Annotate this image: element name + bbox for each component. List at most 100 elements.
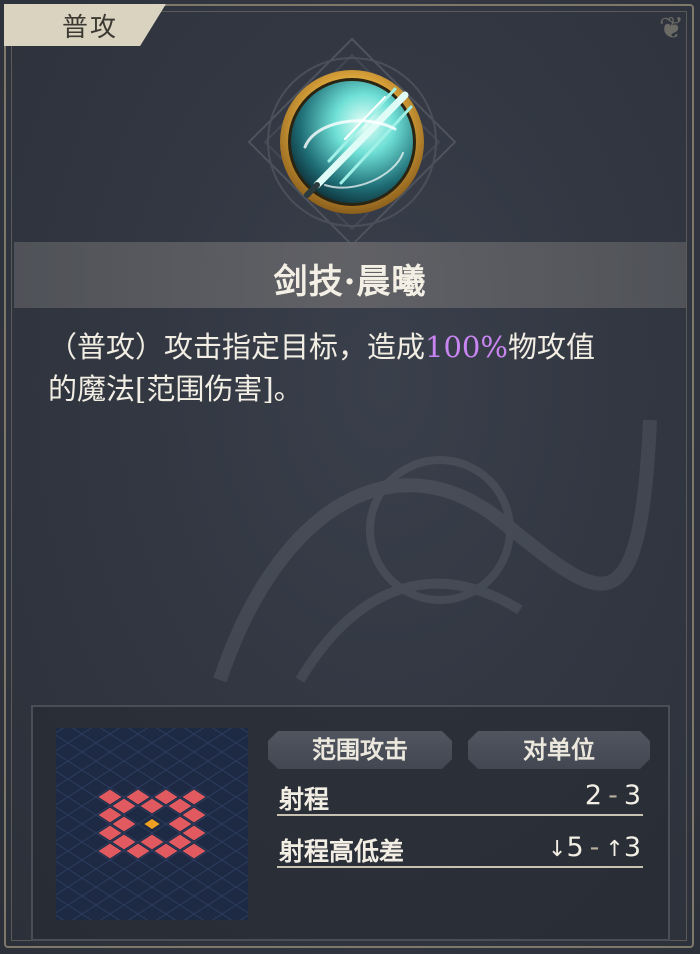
grid-tile-outline <box>151 751 181 771</box>
grid-tile-outline <box>67 895 97 915</box>
attack-type-badge: 范围攻击 <box>268 731 452 769</box>
range-tile <box>168 834 192 850</box>
grid-tile-outline <box>123 877 153 897</box>
grid-tile-outline <box>56 850 83 870</box>
skill-emblem <box>247 37 457 247</box>
grid-tile-outline <box>221 778 248 798</box>
grid-tile-outline <box>56 760 83 780</box>
grid-tile-outline <box>193 760 223 780</box>
grid-tile-outline <box>165 728 195 744</box>
grid-tile-outline <box>95 733 125 753</box>
range-tile <box>98 807 122 823</box>
grid-tile-outline <box>81 742 111 762</box>
grid-tile-outline <box>95 769 125 789</box>
grid-tile-outline <box>67 733 97 753</box>
grid-tile-outline <box>183 728 205 735</box>
grid-tile-outline <box>56 832 83 852</box>
range-tile <box>112 834 136 850</box>
grid-tile-outline <box>207 859 237 879</box>
grid-tile-outline <box>109 868 139 888</box>
grid-tile-outline <box>179 877 209 897</box>
range-label: 射程 <box>279 785 330 814</box>
grid-tile-outline <box>211 913 233 920</box>
grid-tile-outline <box>221 728 248 744</box>
skill-name-bar: 剑技·晨曦 <box>14 242 686 308</box>
grid-tile-outline <box>127 913 149 920</box>
grid-tile-outline <box>123 733 153 753</box>
grid-tile-outline <box>71 913 93 920</box>
range-tile <box>168 798 192 814</box>
grid-tile-outline <box>95 895 125 915</box>
grid-tile-outline <box>137 904 167 920</box>
grid-tile-outline <box>137 760 167 780</box>
range-tile <box>112 798 136 814</box>
grid-tile-outline <box>151 769 181 789</box>
grid-tile-outline <box>81 868 111 888</box>
grid-tile-outline <box>56 742 83 762</box>
grid-tile-outline <box>207 751 237 771</box>
center-tile <box>144 819 160 829</box>
grid-tile-outline <box>123 859 153 879</box>
grid-tile-outline <box>56 914 65 920</box>
grid-tile-outline <box>151 733 181 753</box>
range-separator: - <box>608 780 618 811</box>
description-text: 的魔法[范围伤害]。 <box>48 372 303 406</box>
range-tile <box>126 789 150 805</box>
grid-tile-outline <box>151 877 181 897</box>
range-tile <box>140 798 164 814</box>
grid-tile-outline <box>67 751 97 771</box>
grid-tile-outline <box>179 733 209 753</box>
grid-tile-outline <box>137 868 167 888</box>
description-highlight-value: 100% <box>425 330 508 364</box>
corner-ornament-icon: ❦ <box>658 11 684 46</box>
background-flourish-icon <box>213 419 657 683</box>
arrow-down-icon: ↓ <box>548 837 567 862</box>
grid-tile-outline <box>95 859 125 879</box>
grid-tile-outline <box>99 913 121 920</box>
grid-tile-outline <box>155 913 177 920</box>
grid-tile-outline <box>67 769 97 789</box>
grid-tile-outline <box>165 904 195 920</box>
grid-tile-outline <box>221 760 248 780</box>
grid-tile-outline <box>211 728 233 735</box>
range-tile <box>112 816 136 832</box>
divider <box>277 866 643 868</box>
grid-tile-outline <box>179 895 209 915</box>
grid-tile-outline <box>67 823 97 843</box>
height-down: 5 <box>566 832 584 863</box>
grid-tile-outline <box>123 895 153 915</box>
grid-tile-outline <box>155 728 177 735</box>
divider <box>277 814 643 816</box>
description-text: 物攻值 <box>507 330 595 364</box>
range-tile <box>182 789 206 805</box>
grid-tile-outline <box>151 895 181 915</box>
grid-tile-outline <box>67 787 97 807</box>
grid-tile-outline <box>56 728 83 744</box>
grid-tile-outline <box>207 841 237 861</box>
range-tile <box>182 807 206 823</box>
grid-tile-outline <box>67 841 97 861</box>
grid-tile-outline <box>193 904 223 920</box>
grid-tile-outline <box>221 742 248 762</box>
range-tile <box>126 843 150 859</box>
grid-tile-outline <box>221 868 248 888</box>
grid-tile-outline <box>56 886 83 906</box>
grid-tile-outline <box>151 859 181 879</box>
height-diff-row: 射程高低差 ↓5- ↑3 <box>277 828 643 868</box>
skill-description: （普攻）攻击指定目标，造成100%物攻值 的魔法[范围伤害]。 <box>48 326 660 410</box>
arrow-up-icon: ↑ <box>605 837 624 862</box>
grid-tile-outline <box>137 728 167 744</box>
grid-tile-outline <box>56 796 83 816</box>
grid-tile-outline <box>183 913 205 920</box>
height-diff-value: ↓5- ↑3 <box>548 832 641 863</box>
grid-tile-outline <box>56 868 83 888</box>
grid-tile-outline <box>165 760 195 780</box>
range-tile <box>168 816 192 832</box>
range-tile <box>140 834 164 850</box>
range-value: 2-3 <box>585 780 641 811</box>
grid-tile-outline <box>81 728 111 744</box>
skill-category-label: 普攻 <box>62 13 119 43</box>
grid-tile-outline <box>56 814 83 834</box>
range-tile <box>98 843 122 859</box>
grid-tile-outline <box>109 728 139 744</box>
